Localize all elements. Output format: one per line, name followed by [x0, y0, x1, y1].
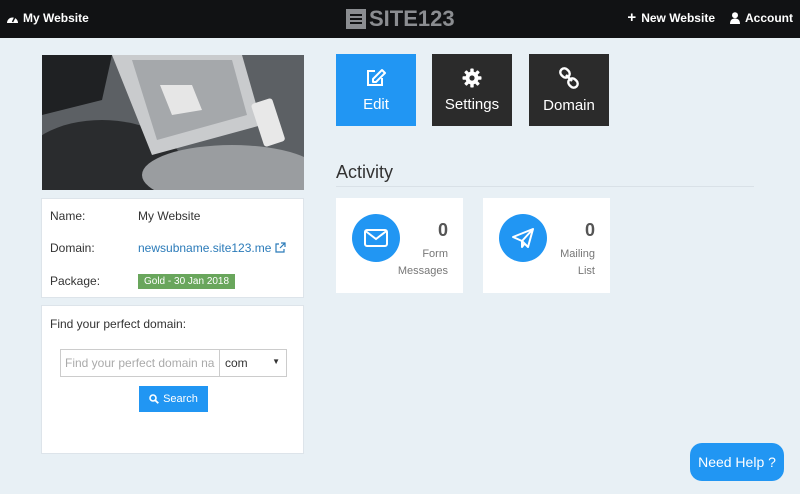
tld-select[interactable]: com ▼ — [219, 349, 287, 377]
edit-button[interactable]: Edit — [336, 54, 416, 126]
name-value: My Website — [138, 209, 201, 223]
laptop-photo — [42, 55, 304, 190]
edit-icon — [367, 68, 386, 86]
site123-logo[interactable]: SITE123 — [346, 8, 455, 30]
user-icon — [730, 12, 740, 24]
top-navbar: My Website SITE123 + New Website Account — [0, 0, 800, 38]
search-button-label: Search — [163, 393, 198, 405]
logo-mark — [346, 9, 366, 29]
domain-link[interactable]: newsubname.site123.me — [138, 241, 286, 255]
new-website-link[interactable]: + New Website — [627, 9, 715, 26]
package-badge: Gold - 30 Jan 2018 — [138, 274, 236, 289]
mailing-list-card[interactable]: 0 Mailing List — [483, 198, 610, 293]
form-messages-card[interactable]: 0 Form Messages — [336, 198, 463, 293]
website-preview-image[interactable] — [42, 55, 304, 190]
activity-divider — [336, 186, 754, 187]
settings-label: Settings — [444, 95, 500, 113]
domain-search-card: Find your perfect domain: com ▼ Search — [41, 305, 304, 454]
envelope-icon-circle — [352, 214, 400, 262]
settings-button[interactable]: Settings — [432, 54, 512, 126]
domain-label: Domain: — [50, 241, 95, 255]
search-icon — [149, 394, 159, 404]
site-name-label: My Website — [23, 11, 89, 25]
form-messages-label: Form Messages — [397, 248, 448, 277]
form-messages-count: 0 — [437, 220, 448, 240]
gear-icon — [462, 68, 482, 87]
mailing-list-label: Mailing List — [560, 248, 595, 277]
external-link-icon — [275, 242, 286, 253]
dashboard-gauge-icon — [7, 16, 18, 23]
need-help-button[interactable]: Need Help ? — [690, 443, 784, 481]
link-chain-icon — [559, 66, 579, 89]
website-info-card: Name: My Website Domain: newsubname.site… — [41, 198, 304, 298]
domain-label: Domain — [543, 96, 595, 114]
paper-plane-icon — [512, 228, 534, 248]
name-label: Name: — [50, 209, 86, 223]
tld-selected-value: com — [225, 356, 248, 370]
domain-search-button[interactable]: Search — [139, 386, 208, 412]
caret-down-icon: ▼ — [272, 357, 280, 366]
account-link[interactable]: Account — [730, 11, 793, 25]
paper-plane-icon-circle — [499, 214, 547, 262]
activity-heading: Activity — [336, 162, 394, 182]
edit-label: Edit — [363, 95, 389, 113]
domain-button[interactable]: Domain — [529, 54, 609, 126]
plus-icon: + — [627, 9, 637, 26]
mailing-list-count: 0 — [584, 220, 595, 240]
logo-text: SITE123 — [369, 6, 455, 31]
domain-value: newsubname.site123.me — [138, 241, 272, 255]
dashboard-site-link[interactable]: My Website — [6, 11, 89, 25]
domain-search-input[interactable] — [60, 349, 219, 377]
domain-search-title: Find your perfect domain: — [50, 317, 187, 331]
envelope-icon — [364, 229, 388, 247]
account-label: Account — [745, 11, 793, 25]
package-label: Package: — [50, 274, 101, 288]
new-website-label: New Website — [641, 11, 715, 25]
